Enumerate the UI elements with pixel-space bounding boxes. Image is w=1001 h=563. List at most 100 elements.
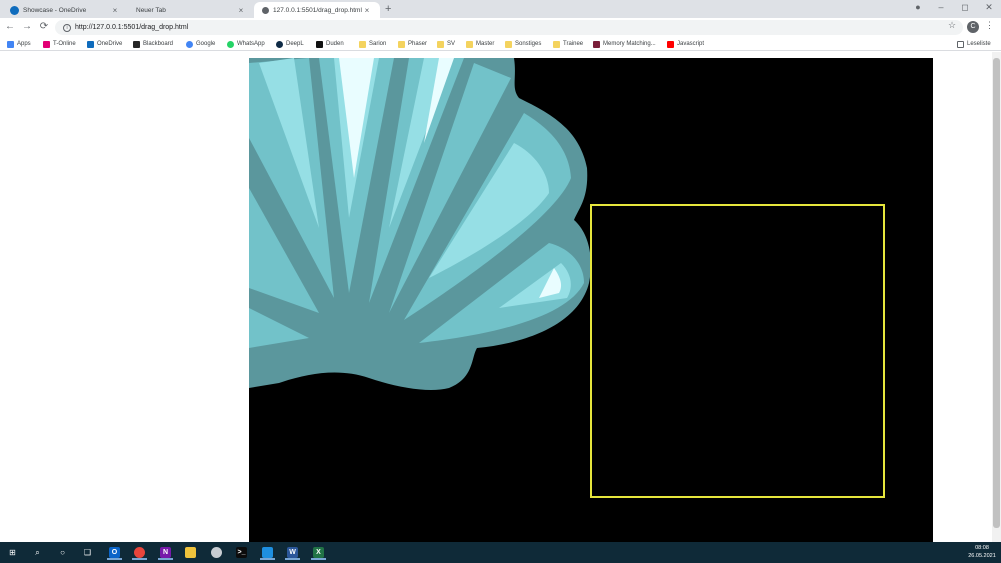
game-canvas[interactable] — [249, 58, 933, 542]
vscode-icon — [262, 547, 273, 558]
bookmark-item[interactable]: WhatsApp — [227, 39, 265, 49]
running-indicator — [158, 558, 173, 560]
bookmark-item[interactable]: Memory Matching... — [593, 39, 656, 49]
bookmark-item[interactable]: Blackboard — [133, 39, 173, 49]
tab-close-icon[interactable]: × — [236, 6, 246, 15]
folder-icon — [359, 40, 366, 48]
google-icon — [186, 40, 193, 48]
word-icon: W — [287, 547, 298, 558]
bookmark-item[interactable]: OneDrive — [87, 39, 122, 49]
tab-new-tab[interactable]: Neuer Tab × — [128, 2, 254, 18]
task-view-icon: ❑ — [83, 548, 92, 557]
excel-icon: X — [313, 547, 324, 558]
taskbar-chrome-button[interactable] — [132, 545, 147, 560]
terminal-icon: >_ — [236, 547, 247, 558]
app-cloud-icon — [211, 547, 222, 558]
onedrive-icon — [10, 5, 19, 15]
page-scrollbar[interactable] — [992, 52, 1001, 542]
taskbar-clock[interactable]: 08:08 26.05.2021 — [965, 544, 999, 560]
new-tab-button[interactable]: + — [385, 3, 395, 15]
bookmark-label: Blackboard — [143, 41, 174, 47]
tab-drag-drop[interactable]: 127.0.0.1:5501/drag_drop.html × — [254, 2, 380, 18]
bookmark-label: SV — [447, 41, 456, 47]
cortana-icon: ○ — [60, 548, 65, 557]
close-window-button[interactable]: ✕ — [982, 2, 996, 13]
bookmark-label: Duden — [326, 41, 344, 47]
back-button[interactable]: ← — [4, 21, 16, 32]
maximize-button[interactable]: ◻ — [958, 2, 972, 13]
drop-zone[interactable] — [590, 204, 885, 498]
onedrive-icon — [87, 40, 94, 48]
url-text[interactable]: http://127.0.0.1:5501/drag_drop.html — [75, 24, 188, 31]
bookmark-item[interactable]: Phaser — [398, 39, 427, 49]
blackboard-icon — [133, 40, 140, 48]
address-bar[interactable]: i http://127.0.0.1:5501/drag_drop.html — [55, 20, 963, 35]
folder-icon — [398, 40, 405, 48]
reading-list-icon — [957, 40, 964, 48]
taskbar-word-button[interactable]: W — [285, 545, 300, 560]
chrome-icon — [134, 547, 145, 558]
info-icon[interactable]: i — [63, 23, 71, 32]
running-indicator — [311, 558, 326, 560]
bookmark-item[interactable]: Sonstiges — [505, 39, 541, 49]
tab-close-icon[interactable]: × — [110, 6, 120, 15]
bookmark-item[interactable]: Master — [466, 39, 494, 49]
taskbar-outlook-button[interactable]: O — [107, 545, 122, 560]
bookmark-label: T-Online — [53, 41, 76, 47]
t-online-icon — [43, 40, 50, 48]
taskbar-app-cloud-button[interactable] — [209, 545, 224, 560]
bookmark-item[interactable]: Google — [186, 39, 215, 49]
taskbar-vscode-button[interactable] — [260, 545, 275, 560]
memory-icon — [593, 40, 600, 48]
browser-menu-icon[interactable]: ⋮ — [985, 20, 994, 31]
bookmark-item[interactable]: Apps — [7, 39, 31, 49]
running-indicator — [285, 558, 300, 560]
bookmark-item[interactable]: Trainee — [553, 39, 583, 49]
scrollbar-thumb[interactable] — [993, 58, 1000, 528]
bookmark-label: Sonstiges — [515, 41, 542, 47]
running-indicator — [107, 558, 122, 560]
tab-strip: Showcase - OneDrive × Neuer Tab × 127.0.… — [0, 0, 1001, 18]
taskbar-excel-button[interactable]: X — [311, 545, 326, 560]
bookmark-item[interactable]: SV — [437, 39, 455, 49]
bookmark-item[interactable]: Sarion — [359, 39, 386, 49]
folder-icon — [466, 40, 473, 48]
bookmark-item[interactable]: T-Online — [43, 39, 76, 49]
bookmark-label: Apps — [17, 41, 31, 47]
taskbar-onenote-button[interactable]: N — [158, 545, 173, 560]
taskbar-file-explorer-button[interactable] — [183, 545, 198, 560]
bookmark-label: Javascript — [677, 41, 705, 47]
bookmark-item[interactable]: Duden — [316, 39, 344, 49]
clock-time: 08:08 — [975, 545, 989, 551]
taskbar-terminal-button[interactable]: >_ — [234, 545, 249, 560]
onenote-icon: N — [160, 547, 171, 558]
outlook-icon: O — [109, 547, 120, 558]
taskbar-start-button[interactable]: ⊞ — [5, 545, 20, 560]
folder-icon — [553, 40, 560, 48]
globe-icon — [262, 6, 269, 14]
file-explorer-icon — [185, 547, 196, 558]
minimize-button[interactable]: – — [934, 2, 948, 12]
taskbar-search-button[interactable]: ⌕ — [30, 545, 45, 560]
page-viewport — [0, 52, 992, 542]
reading-list-button[interactable]: Leseliste — [957, 39, 991, 49]
bookmark-star-icon[interactable]: ☆ — [948, 20, 956, 31]
profile-avatar[interactable]: C — [967, 21, 979, 33]
tab-onedrive[interactable]: Showcase - OneDrive × — [2, 2, 128, 18]
bookmark-label: DeepL — [286, 41, 304, 47]
tab-close-icon[interactable]: × — [362, 6, 372, 15]
folder-icon — [437, 40, 444, 48]
windows-taskbar — [0, 542, 1001, 563]
extension-icon[interactable]: ● — [911, 2, 925, 12]
taskbar-task-view-button[interactable]: ❑ — [80, 545, 95, 560]
forward-button[interactable]: → — [21, 21, 33, 32]
bookmark-item[interactable]: Javascript — [667, 39, 704, 49]
taskbar-cortana-button[interactable]: ○ — [55, 545, 70, 560]
tab-title: 127.0.0.1:5501/drag_drop.html — [273, 6, 362, 14]
duden-icon — [316, 40, 323, 48]
bookmark-label: Sarion — [369, 41, 387, 47]
running-indicator — [260, 558, 275, 560]
bookmark-item[interactable]: DeepL — [276, 39, 304, 49]
reload-button[interactable]: ⟳ — [38, 21, 50, 32]
tab-title: Showcase - OneDrive — [23, 6, 87, 14]
